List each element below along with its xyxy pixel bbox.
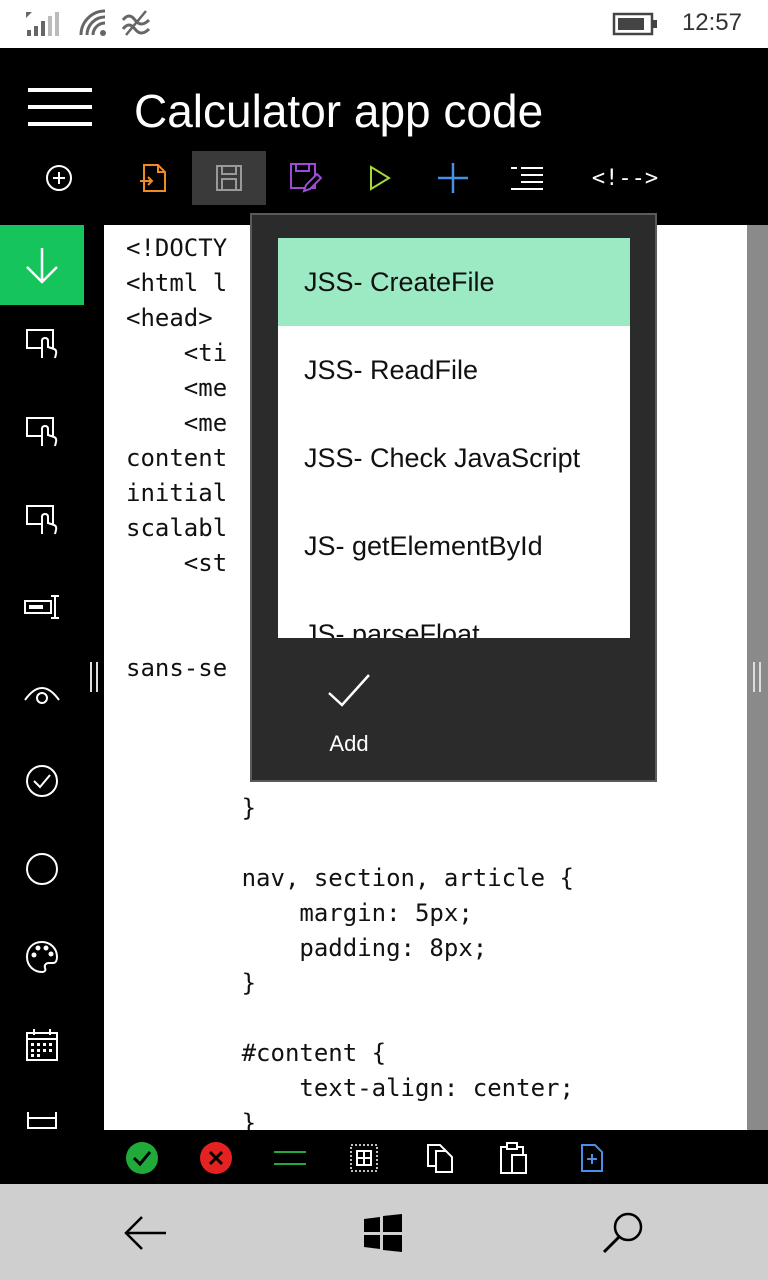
- accept-icon[interactable]: [122, 1138, 162, 1178]
- left-splitter-grip[interactable]: [90, 662, 98, 692]
- bottom-toolbar: [0, 1130, 768, 1184]
- open-file-icon[interactable]: [118, 151, 192, 205]
- data-sense-icon: [121, 10, 151, 36]
- checkmark-icon: [328, 674, 370, 707]
- menu-lines-icon[interactable]: [270, 1138, 310, 1178]
- check-circle-icon[interactable]: [0, 741, 84, 821]
- palette-icon[interactable]: [0, 917, 84, 997]
- snippet-item[interactable]: JS- getElementById: [278, 502, 630, 590]
- eye-icon[interactable]: [0, 653, 84, 733]
- range-icon[interactable]: [0, 1085, 84, 1130]
- wifi-icon: [79, 9, 106, 36]
- sidebar: [0, 225, 104, 1130]
- touch-icon[interactable]: [0, 303, 84, 383]
- save-as-icon[interactable]: [268, 151, 342, 205]
- snippet-flyout: JSS- CreateFile JSS- ReadFile JSS- Check J…: [250, 213, 657, 782]
- snippet-item[interactable]: JS- parseFloat: [278, 590, 630, 639]
- arrow-down-icon[interactable]: [0, 225, 84, 305]
- copy-icon[interactable]: [420, 1138, 460, 1178]
- select-all-icon[interactable]: [344, 1138, 384, 1178]
- system-nav-bar: [0, 1184, 768, 1280]
- paste-special-icon[interactable]: [572, 1138, 612, 1178]
- cancel-icon[interactable]: [196, 1138, 236, 1178]
- windows-icon[interactable]: [358, 1208, 408, 1258]
- status-clock: 12:57: [681, 9, 742, 36]
- text-input-icon[interactable]: [0, 567, 84, 647]
- snippet-item[interactable]: JSS- Check JavaScript: [278, 414, 630, 502]
- signal-icon: [26, 12, 59, 36]
- format-list-icon[interactable]: [490, 151, 564, 205]
- editor-scrollbar[interactable]: [747, 225, 768, 1130]
- add-button-label: Add: [329, 731, 369, 756]
- run-icon[interactable]: [342, 151, 416, 205]
- touch-icon[interactable]: [0, 391, 84, 471]
- snippet-list[interactable]: JSS- CreateFile JSS- ReadFile JSS- Check J…: [278, 238, 630, 638]
- status-bar: 12:57: [0, 0, 768, 48]
- calendar-icon[interactable]: [0, 1005, 84, 1085]
- circle-icon[interactable]: [0, 829, 84, 909]
- snippet-item[interactable]: JSS- CreateFile: [278, 238, 630, 326]
- battery-icon: [612, 12, 657, 36]
- snippet-item[interactable]: JSS- ReadFile: [278, 326, 630, 414]
- page-title: Calculator app code: [134, 85, 544, 137]
- plus-icon[interactable]: [416, 151, 490, 205]
- back-icon[interactable]: [120, 1208, 170, 1258]
- right-splitter-grip[interactable]: [753, 662, 761, 692]
- toolbar: <!-->: [0, 150, 768, 210]
- add-circle-icon[interactable]: [22, 151, 96, 205]
- hamburger-icon[interactable]: [28, 88, 92, 128]
- search-icon[interactable]: [598, 1208, 648, 1258]
- paste-icon[interactable]: [494, 1138, 534, 1178]
- add-button[interactable]: Add: [314, 665, 384, 756]
- save-icon[interactable]: [192, 151, 266, 205]
- comment-button[interactable]: <!-->: [580, 151, 670, 205]
- touch-icon[interactable]: [0, 479, 84, 559]
